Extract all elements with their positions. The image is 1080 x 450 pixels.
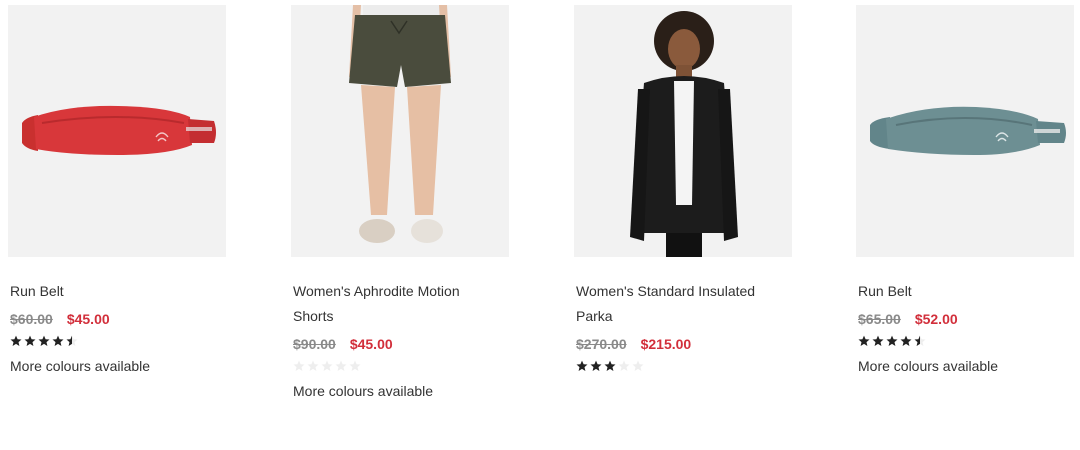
- price-block: $60.00 $45.00: [10, 310, 228, 328]
- star-filled-icon: [590, 360, 602, 371]
- star-empty-icon: [632, 360, 644, 371]
- star-empty-icon: [307, 360, 319, 371]
- star-half-icon: [66, 335, 78, 346]
- more-colours-link[interactable]: More colours available: [293, 382, 511, 400]
- rating-stars: [10, 335, 228, 349]
- star-filled-icon: [38, 335, 50, 346]
- rating-stars: [858, 335, 1076, 349]
- sale-price: $215.00: [640, 336, 692, 352]
- rating-stars: [293, 360, 511, 374]
- star-empty-icon: [293, 360, 305, 371]
- star-filled-icon: [576, 360, 588, 371]
- more-colours-link[interactable]: More colours available: [10, 357, 228, 375]
- star-filled-icon: [52, 335, 64, 346]
- sale-price: $45.00: [66, 311, 110, 327]
- product-name[interactable]: Women's Standard Insulated Parka: [576, 279, 786, 329]
- star-filled-icon: [604, 360, 616, 371]
- star-filled-icon: [10, 335, 22, 346]
- product-card: Women's Standard Insulated Parka $270.00…: [574, 5, 794, 374]
- star-filled-icon: [872, 335, 884, 346]
- product-card: Run Belt $65.00 $52.00 More colours avail…: [856, 5, 1076, 375]
- product-image[interactable]: [574, 5, 792, 257]
- price-block: $65.00 $52.00: [858, 310, 1076, 328]
- original-price: $90.00: [293, 336, 336, 352]
- star-empty-icon: [321, 360, 333, 371]
- product-name[interactable]: Run Belt: [10, 279, 220, 304]
- product-grid: Run Belt $60.00 $45.00 More colours avail…: [0, 0, 1080, 450]
- more-colours-link[interactable]: More colours available: [858, 357, 1076, 375]
- product-image[interactable]: [291, 5, 509, 257]
- rating-stars: [576, 360, 794, 374]
- original-price: $65.00: [858, 311, 901, 327]
- original-price: $60.00: [10, 311, 53, 327]
- price-block: $270.00 $215.00: [576, 335, 794, 353]
- product-name[interactable]: Women's Aphrodite Motion Shorts: [293, 279, 503, 329]
- star-filled-icon: [24, 335, 36, 346]
- product-name[interactable]: Run Belt: [858, 279, 1068, 304]
- star-empty-icon: [335, 360, 347, 371]
- price-block: $90.00 $45.00: [293, 335, 511, 353]
- original-price: $270.00: [576, 336, 627, 352]
- star-filled-icon: [886, 335, 898, 346]
- sale-price: $52.00: [914, 311, 958, 327]
- star-half-icon: [914, 335, 926, 346]
- star-empty-icon: [349, 360, 361, 371]
- sale-price: $45.00: [349, 336, 393, 352]
- product-image[interactable]: [8, 5, 226, 257]
- product-card: Run Belt $60.00 $45.00 More colours avail…: [8, 5, 228, 375]
- product-card: Women's Aphrodite Motion Shorts $90.00 $4…: [291, 5, 511, 400]
- star-filled-icon: [900, 335, 912, 346]
- product-image[interactable]: [856, 5, 1074, 257]
- star-filled-icon: [858, 335, 870, 346]
- star-empty-icon: [618, 360, 630, 371]
